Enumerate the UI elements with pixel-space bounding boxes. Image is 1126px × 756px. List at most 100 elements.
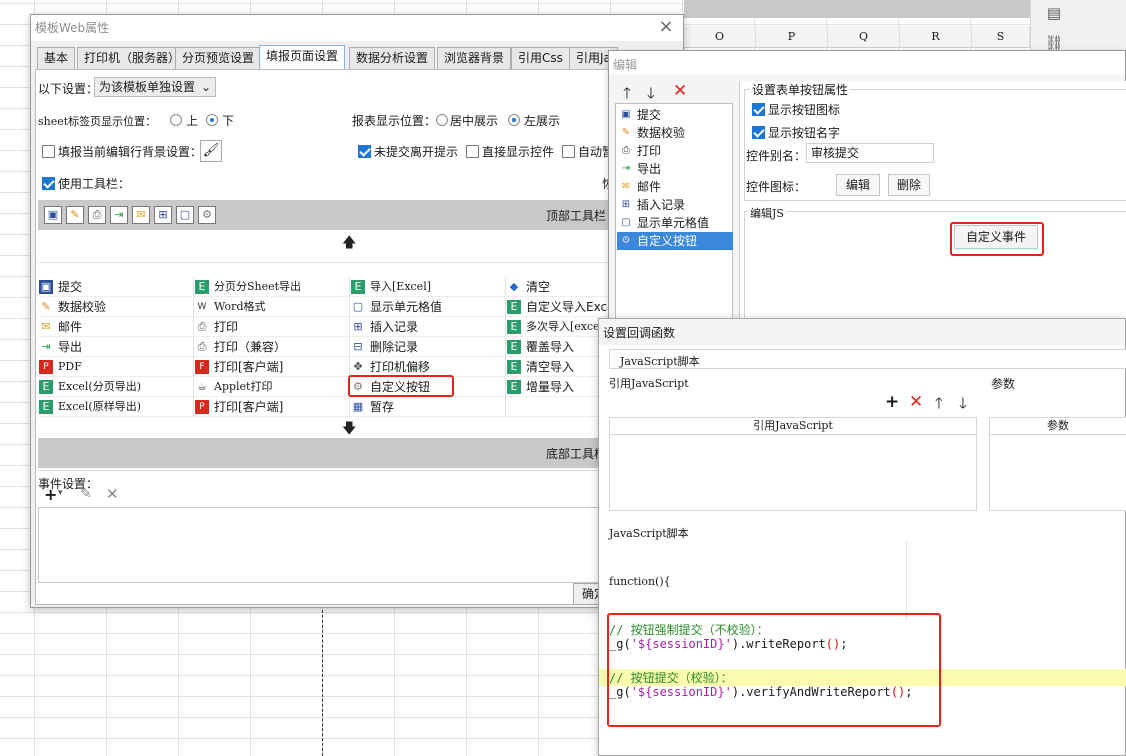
arrow-up-icon[interactable]: 🡅 [342,232,356,256]
grid-item-excel-original[interactable]: E Excel(原样导出) [38,397,194,417]
radio-sheet-top[interactable] [170,114,182,126]
grid-item-clear-import[interactable]: E 清空导入 [506,357,610,377]
grid-item-import-excel[interactable]: E 导入[Excel] [350,277,506,297]
cell-value-icon[interactable]: ▢ [176,206,194,224]
code-line-verify-write-report[interactable]: _g('${sessionID}').verifyAndWriteReport(… [609,685,912,699]
delete-icon[interactable]: ✕ [909,392,923,412]
grid-item-printer-offset[interactable]: ✥ 打印机偏移 [350,357,506,377]
tab-printer-server[interactable]: 打印机（服务器） [77,47,188,69]
unsubmitted-leave-checkbox[interactable] [358,145,371,158]
column-header-p[interactable]: P [756,26,828,48]
paint-bucket-icon[interactable]: 🖌 [200,140,222,162]
arrow-down-icon[interactable]: 🡓 [959,393,967,418]
grid-item-custom-button[interactable]: ⚙ 自定义按钮 [350,377,506,397]
list-item-submit[interactable]: ▣ 提交 [617,106,733,124]
auto-save-checkbox[interactable] [562,145,575,158]
button-properties-panel: 设置表单按钮属性 显示按钮图标 显示按钮名字 控件别名： 审核提交 控件图标： … [739,81,1126,331]
list-item-insert-record[interactable]: ⊞ 插入记录 [617,196,733,214]
list-item-print[interactable]: ⎙ 打印 [617,142,733,160]
grid-item-overwrite-import[interactable]: E 覆盖导入 [506,337,610,357]
grid-item-multi-import[interactable]: E 多次导入[excel] [506,317,610,337]
code-comment-force-submit[interactable]: // 按钮强制提交（不校验）： [609,621,769,638]
grid-item-mail[interactable]: ✉ 邮件 [38,317,194,337]
direct-show-checkbox[interactable] [466,145,479,158]
delete-icon[interactable]: ✕ [673,81,687,101]
params-table[interactable] [989,435,1126,511]
use-toolbar-checkbox[interactable] [42,177,55,190]
chevron-down-icon[interactable]: ▾ [58,488,63,498]
grid-item-insert-record[interactable]: ⊞ 插入记录 [350,317,506,337]
printer-icon: ⎙ [197,340,207,353]
grid-item-applet-print[interactable]: ☕ Applet打印 [194,377,350,397]
tab-data-analysis[interactable]: 数据分析设置 [349,47,436,69]
arrow-up-icon[interactable]: 🡑 [935,393,943,418]
printer-icon[interactable]: ⎙ [88,206,106,224]
grid-item-export[interactable]: ⇥ 导出 [38,337,194,357]
mail-icon[interactable]: ✉ [132,206,150,224]
grid-item-incremental-import[interactable]: E 增量导入 [506,377,610,397]
save-icon[interactable]: ▣ [44,206,62,224]
tab-basic[interactable]: 基本 [37,47,76,69]
tab-browser-background[interactable]: 浏览器背景 [437,47,512,69]
icon-edit-button[interactable]: 编辑 [836,174,880,196]
pencil-icon[interactable]: ✎ [66,206,84,224]
grid-item-excel-paged[interactable]: E Excel(分页导出) [38,377,194,397]
radio-display-center[interactable] [436,114,448,126]
grid-item-print-client[interactable]: F 打印[客户端] [194,357,350,377]
column-header-r[interactable]: R [900,26,972,48]
grid-item-custom-import[interactable]: E自定义导入Excel行 [506,297,610,317]
list-item-mail[interactable]: ✉ 邮件 [617,178,733,196]
settings-scope-select[interactable]: 为该模板单独设置 ⌄ [94,77,216,97]
dialog-title: 模板Web属性 [35,21,110,35]
grid-item-print[interactable]: ⎙ 打印 [194,317,350,337]
grid-item-validate[interactable]: ✎ 数据校验 [38,297,194,317]
printer-icon: ⎙ [622,145,630,156]
close-icon[interactable]: ✕ [106,485,119,503]
grid-item-delete-record[interactable]: ⊟ 删除记录 [350,337,506,357]
layer-icon[interactable]: ▤ [1043,2,1065,24]
list-item-custom-button[interactable]: ⚙ 自定义按钮 [617,232,733,250]
ref-js-label: 引用JavaScript [609,377,689,390]
tab-fill-page-settings[interactable]: 填报页面设置 [259,45,346,69]
list-item-validate[interactable]: ✎ 数据校验 [617,124,733,142]
excel-icon: E [507,320,521,334]
insert-row-icon[interactable]: ⊞ [154,206,172,224]
insert-row-icon: ⊞ [353,320,363,333]
edit-icon[interactable]: ✎ [80,486,92,502]
ref-js-table[interactable] [609,435,977,511]
tab-page-preview[interactable]: 分页预览设置 [175,47,262,69]
grid-item-temp-save[interactable]: ▦ 暂存 [350,397,506,417]
icon-delete-button[interactable]: 删除 [888,174,930,196]
add-icon[interactable]: + [44,485,57,504]
grid-item-show-cell[interactable]: ▢ 显示单元格值 [350,297,506,317]
add-icon[interactable]: + [885,392,899,412]
column-header-o[interactable]: O [684,26,756,48]
grid-item-submit[interactable]: ▣ 提交 [38,277,194,297]
radio-sheet-bottom[interactable] [206,114,218,126]
alias-input[interactable]: 审核提交 [806,143,934,163]
list-item-show-cell[interactable]: ▢ 显示单元格值 [617,214,733,232]
close-icon[interactable]: × [655,16,677,38]
export-icon[interactable]: ⇥ [110,206,128,224]
grid-item-print-compat[interactable]: ⎙ 打印（兼容） [194,337,350,357]
radio-display-left[interactable] [508,114,520,126]
code-line-write-report[interactable]: _g('${sessionID}').writeReport(); [609,637,847,651]
grid-item-word[interactable]: W Word格式 [194,297,350,317]
fill-row-bg-checkbox[interactable] [42,145,55,158]
show-icon-checkbox[interactable] [752,103,765,116]
grid-item-sheet-export[interactable]: E 分页分Sheet导出 [194,277,350,297]
grid-item-pdf[interactable]: P PDF [38,357,194,377]
list-item-export[interactable]: ⇥ 导出 [617,160,733,178]
grid-item-print-client-pdf[interactable]: P 打印[客户端] [194,397,350,417]
tab-ref-css[interactable]: 引用Css [511,47,570,69]
unsubmitted-leave-label: 未提交离开提示 [374,145,459,159]
custom-event-button[interactable]: 自定义事件 [954,225,1038,249]
column-header-q[interactable]: Q [828,26,900,48]
show-name-checkbox[interactable] [752,126,765,139]
grid-item-clear[interactable]: ◆ 清空 [506,277,610,297]
code-comment-verify-submit[interactable]: // 按钮提交（校验）： [609,669,733,686]
js-script-tab[interactable]: JavaScript脚本 [609,349,1126,369]
event-list[interactable] [38,507,610,583]
gear-icon[interactable]: ⚙ [198,206,216,224]
column-header-s[interactable]: S [972,26,1030,48]
